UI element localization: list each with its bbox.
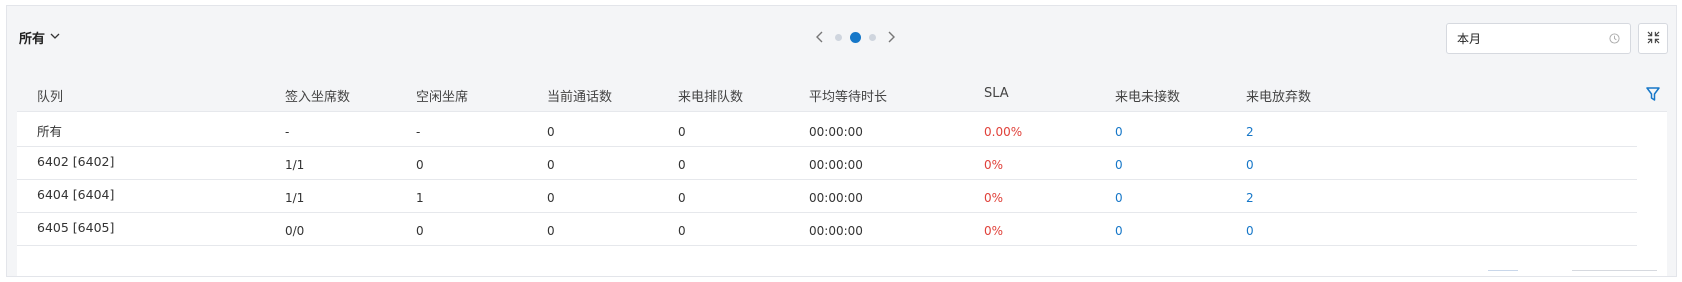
cell-abandoned-link[interactable]: 0 xyxy=(1246,224,1254,238)
cell-logged-in: 1/1 xyxy=(285,158,305,172)
cell-idle: 0 xyxy=(416,158,424,172)
header-active-calls: 当前通话数 xyxy=(547,90,613,105)
cell-sla: 0% xyxy=(984,191,1004,205)
cell-queued: 0 xyxy=(678,224,686,238)
chevron-left-icon[interactable] xyxy=(813,30,827,44)
queue-filter-dropdown[interactable]: 所有 xyxy=(19,28,61,47)
cell-idle: 1 xyxy=(416,191,424,205)
table-header: 队列 签入坐席数 空闲坐席 当前通话数 来电排队数 平均等待时长 SLA 来电未… xyxy=(17,76,1667,112)
header-sla: SLA xyxy=(984,86,1009,101)
cell-idle: 0 xyxy=(416,224,424,238)
header-queue: 队列 xyxy=(37,90,64,105)
funnel-filter-icon[interactable] xyxy=(1645,86,1661,102)
cell-avg-wait: 00:00:00 xyxy=(809,125,863,139)
table-row: 6402 [6402] 1/1 0 0 0 00:00:00 0% 0 0 xyxy=(17,145,1637,180)
cell-abandoned-link[interactable]: 2 xyxy=(1246,125,1254,139)
cell-logged-in: - xyxy=(285,125,290,139)
chevron-right-icon[interactable] xyxy=(884,30,898,44)
cell-abandoned-link[interactable]: 2 xyxy=(1246,191,1254,205)
carousel-pager xyxy=(813,30,898,44)
cell-active-calls: 0 xyxy=(547,158,555,172)
queue-monitor-panel: 所有 本月 队列 签入坐席数 空闲坐席 当前通话数 来电排队数 平均等待时长 S… xyxy=(6,5,1677,277)
header-queued-calls: 来电排队数 xyxy=(678,90,744,105)
queue-stats-table: 队列 签入坐席数 空闲坐席 当前通话数 来电排队数 平均等待时长 SLA 来电未… xyxy=(17,76,1667,276)
cell-queue: 6405 [6405] xyxy=(37,220,115,235)
toolbar: 所有 本月 xyxy=(7,6,1676,71)
fullscreen-icon xyxy=(1647,29,1660,48)
cell-avg-wait: 00:00:00 xyxy=(809,191,863,205)
date-range-value: 本月 xyxy=(1457,32,1482,46)
fullscreen-button[interactable] xyxy=(1638,23,1668,54)
cell-missed-link[interactable]: 0 xyxy=(1115,224,1123,238)
header-missed-calls: 来电未接数 xyxy=(1115,90,1181,105)
cell-queue: 6402 [6402] xyxy=(37,154,115,169)
date-range-picker[interactable]: 本月 xyxy=(1446,23,1631,54)
cell-missed-link[interactable]: 0 xyxy=(1115,158,1123,172)
cell-active-calls: 0 xyxy=(547,224,555,238)
pager-dot-2[interactable] xyxy=(850,31,861,43)
pagination-hint xyxy=(1572,270,1657,274)
cell-logged-in: 0/0 xyxy=(285,224,305,238)
cell-active-calls: 0 xyxy=(547,125,555,139)
cell-avg-wait: 00:00:00 xyxy=(809,224,863,238)
cell-active-calls: 0 xyxy=(547,191,555,205)
cell-queue: 所有 xyxy=(37,124,63,139)
chevron-down-icon xyxy=(49,30,61,46)
cell-queued: 0 xyxy=(678,191,686,205)
header-abandoned-calls: 来电放弃数 xyxy=(1246,90,1312,105)
header-avg-wait: 平均等待时长 xyxy=(809,90,888,105)
queue-filter-label: 所有 xyxy=(19,32,46,47)
cell-sla: 0.00% xyxy=(984,125,1023,139)
clock-icon xyxy=(1609,33,1620,44)
cell-queued: 0 xyxy=(678,158,686,172)
table-row: 所有 - - 0 0 00:00:00 0.00% 0 2 xyxy=(17,112,1637,147)
cell-avg-wait: 00:00:00 xyxy=(809,158,863,172)
cell-queue: 6404 [6404] xyxy=(37,187,115,202)
cell-sla: 0% xyxy=(984,158,1004,172)
table-row: 6405 [6405] 0/0 0 0 0 00:00:00 0% 0 0 xyxy=(17,211,1637,246)
cell-sla: 0% xyxy=(984,224,1004,238)
cell-missed-link[interactable]: 0 xyxy=(1115,191,1123,205)
cell-logged-in: 1/1 xyxy=(285,191,305,205)
table-row: 6404 [6404] 1/1 1 0 0 00:00:00 0% 0 2 xyxy=(17,178,1637,213)
cell-missed-link[interactable]: 0 xyxy=(1115,125,1123,139)
header-logged-in-agents: 签入坐席数 xyxy=(285,90,351,105)
cell-queued: 0 xyxy=(678,125,686,139)
cell-idle: - xyxy=(416,125,421,139)
pager-dot-1[interactable] xyxy=(835,33,842,41)
header-idle-agents: 空闲坐席 xyxy=(416,90,469,105)
pagination-hint xyxy=(1488,270,1518,274)
pager-dot-3[interactable] xyxy=(869,33,876,41)
cell-abandoned-link[interactable]: 0 xyxy=(1246,158,1254,172)
